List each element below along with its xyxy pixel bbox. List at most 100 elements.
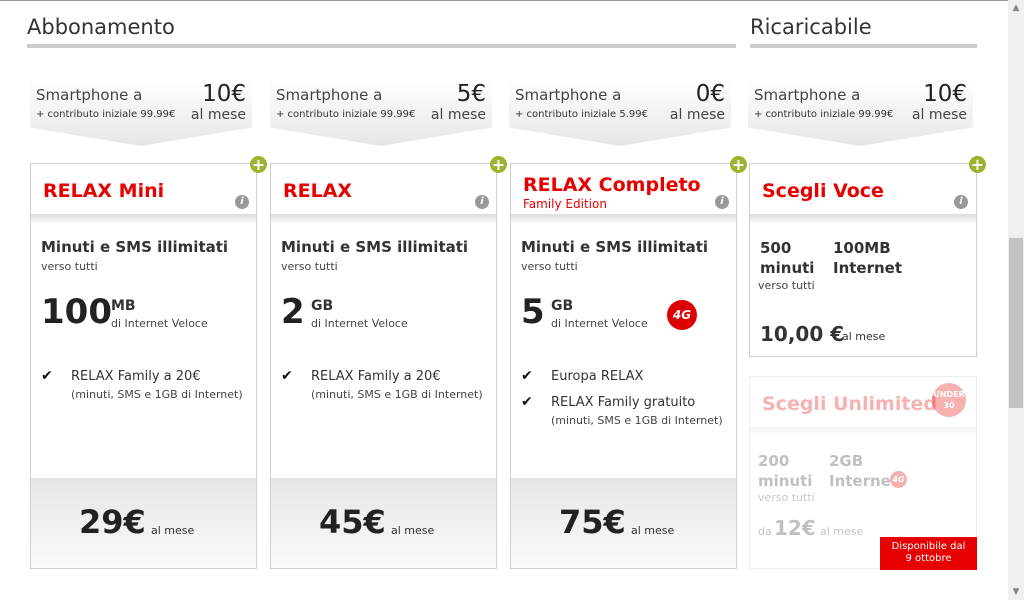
- plan-subline: verso tutti: [281, 260, 338, 273]
- tier-price: 10€: [202, 81, 246, 107]
- header-shade: [750, 427, 976, 437]
- tier-contribution: + contributo iniziale 99.99€: [36, 109, 176, 120]
- check-icon: ✔: [281, 368, 293, 384]
- price-footer: 45€ al mese: [271, 478, 496, 568]
- data-amount: 5: [521, 292, 545, 332]
- under-age: 30: [943, 401, 955, 410]
- plus-icon[interactable]: +: [250, 156, 267, 173]
- plan-subline: verso tutti: [41, 260, 98, 273]
- header-shade: [31, 214, 256, 224]
- section-rule-abbonamento: [27, 44, 736, 48]
- availability-banner: Disponibile dal 9 ottobre: [880, 537, 977, 570]
- plan-period: al mese: [151, 524, 195, 537]
- tier-period: al mese: [911, 107, 967, 123]
- tier-tab-4[interactable]: Smartphone a + contributo iniziale 99.99…: [748, 80, 973, 146]
- plan-title: RELAX Completo: [523, 174, 701, 196]
- plan-price: 29€: [79, 503, 146, 541]
- section-rule-ricaricabile: [750, 44, 977, 48]
- feature-label: RELAX Family a 20€: [71, 369, 201, 384]
- minutes-label: minuti: [760, 259, 815, 277]
- feature-detail: (minuti, SMS e 1GB di Internet): [551, 414, 723, 427]
- plan-card-relax: + RELAX i Minuti e SMS illimitati verso …: [270, 156, 507, 569]
- 4g-badge-icon: 4G: [890, 471, 907, 488]
- availability-line1: Disponibile dal: [891, 541, 966, 552]
- info-icon[interactable]: i: [954, 195, 968, 209]
- tier-tab-2[interactable]: Smartphone a + contributo iniziale 99.99…: [270, 80, 492, 146]
- section-title-ricaricabile: Ricaricabile: [750, 15, 872, 39]
- plan-price: 10,00 €: [760, 322, 845, 346]
- plus-icon[interactable]: +: [490, 156, 507, 173]
- minutes-subline: verso tutti: [758, 491, 815, 504]
- plan-price: 45€: [319, 503, 386, 541]
- info-icon[interactable]: i: [475, 195, 489, 209]
- vertical-scrollbar[interactable]: ▲ ▼: [1008, 0, 1024, 600]
- tier-price: 0€: [695, 81, 725, 107]
- tier-tab-1[interactable]: Smartphone a + contributo iniziale 99.99…: [30, 80, 252, 146]
- tier-contribution: + contributo iniziale 5.99€: [515, 109, 649, 120]
- data-label: Internet: [829, 472, 899, 490]
- tier-label: Smartphone a: [754, 86, 861, 104]
- data-label: Internet: [833, 259, 903, 277]
- data-amount: 2: [281, 292, 305, 332]
- feature-label: RELAX Family a 20€: [311, 369, 441, 384]
- data-amount: 100MB: [833, 239, 891, 257]
- plan-card-scegli-voce: + Scegli Voce i 500 minuti verso tutti 1…: [749, 156, 986, 357]
- 4g-badge-icon: 4G: [667, 300, 697, 330]
- feature-label: Europa RELAX: [551, 369, 644, 384]
- plan-title: RELAX: [283, 180, 353, 202]
- header-shade: [271, 214, 496, 224]
- header-shade: [511, 214, 736, 224]
- data-unit: MB: [111, 298, 136, 314]
- plan-subline: verso tutti: [521, 260, 578, 273]
- plan-headline: Minuti e SMS illimitati: [521, 238, 709, 256]
- plan-title: Scegli Unlimited: [762, 393, 937, 415]
- plan-price: 75€: [559, 503, 626, 541]
- check-icon: ✔: [521, 394, 533, 410]
- data-amount: 100: [41, 292, 112, 332]
- price-footer: 29€ al mese: [31, 478, 256, 568]
- price-prefix: da: [758, 525, 772, 538]
- plan-period: al mese: [820, 525, 864, 538]
- tier-label: Smartphone a: [276, 86, 383, 104]
- plan-headline: Minuti e SMS illimitati: [41, 238, 229, 256]
- tier-contribution: + contributo iniziale 99.99€: [276, 109, 416, 120]
- info-icon[interactable]: i: [715, 195, 729, 209]
- plan-edition: Family Edition: [523, 197, 607, 211]
- plus-icon[interactable]: +: [730, 156, 747, 173]
- plan-card-scegli-unlimited: Scegli Unlimited 200 minuti verso tutti …: [749, 376, 977, 570]
- tier-period: al mese: [190, 107, 246, 123]
- check-icon: ✔: [521, 368, 533, 384]
- plan-title: RELAX Mini: [43, 180, 165, 202]
- tier-label: Smartphone a: [515, 86, 622, 104]
- data-label: di Internet Veloce: [111, 317, 208, 330]
- tier-price: 10€: [923, 81, 967, 107]
- tier-label: Smartphone a: [36, 86, 143, 104]
- scroll-down-arrow-icon[interactable]: ▼: [1008, 584, 1024, 600]
- minutes-amount: 500: [760, 239, 792, 257]
- plan-card-relax-mini: + RELAX Mini i Minuti e SMS illimitati v…: [30, 156, 267, 569]
- data-label: di Internet Veloce: [311, 317, 408, 330]
- price-footer: 75€ al mese: [511, 478, 736, 568]
- scroll-up-arrow-icon[interactable]: ▲: [1008, 0, 1024, 16]
- plan-card-relax-completo: + RELAX Completo Family Edition i Minuti…: [510, 156, 747, 569]
- plan-price: 12€: [774, 516, 816, 540]
- feature-detail: (minuti, SMS e 1GB di Internet): [71, 388, 243, 401]
- data-label: di Internet Veloce: [551, 317, 648, 330]
- feature-label: RELAX Family gratuito: [551, 395, 696, 410]
- plan-period: al mese: [391, 524, 435, 537]
- minutes-label: minuti: [758, 472, 813, 490]
- minutes-amount: 200: [758, 452, 790, 470]
- under-label: UNDER: [933, 390, 965, 399]
- scrollbar-thumb[interactable]: [1009, 238, 1023, 408]
- info-icon[interactable]: i: [235, 195, 249, 209]
- plus-icon[interactable]: +: [969, 156, 986, 173]
- top-border: [0, 0, 1024, 1]
- tier-tab-3[interactable]: Smartphone a + contributo iniziale 5.99€…: [509, 80, 731, 146]
- feature-detail: (minuti, SMS e 1GB di Internet): [311, 388, 483, 401]
- minutes-subline: verso tutti: [758, 279, 815, 292]
- tier-period: al mese: [430, 107, 486, 123]
- plan-period: al mese: [631, 524, 675, 537]
- data-unit: GB: [551, 298, 574, 314]
- under-30-badge-icon: UNDER 30: [932, 383, 966, 417]
- tier-contribution: + contributo iniziale 99.99€: [754, 109, 894, 120]
